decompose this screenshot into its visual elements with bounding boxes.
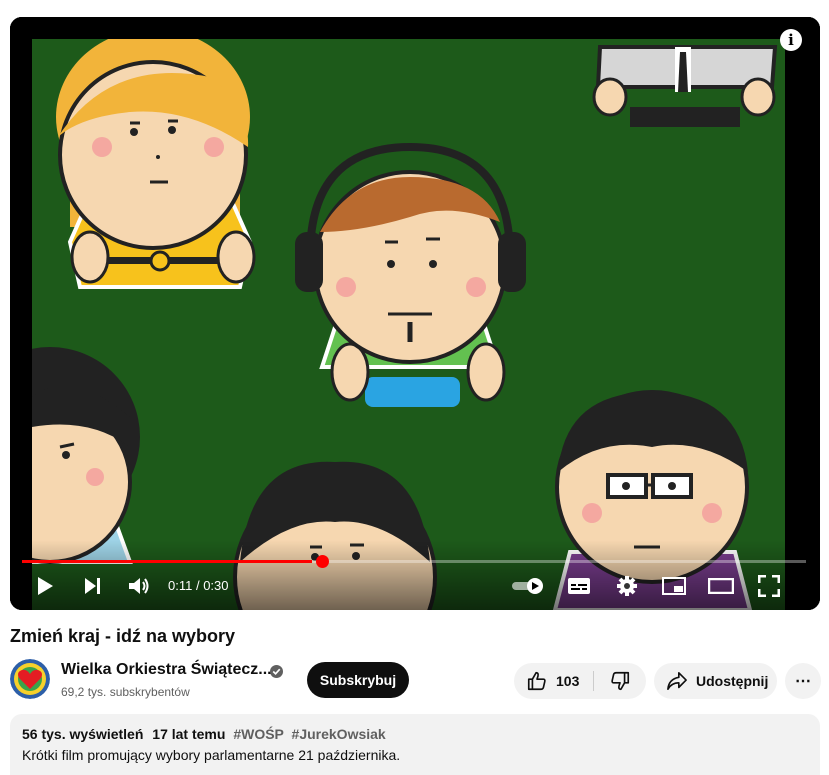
- play-icon: [38, 577, 53, 595]
- subscriber-count: 69,2 tys. subskrybentów: [61, 685, 190, 699]
- info-button[interactable]: i: [780, 29, 802, 51]
- share-button[interactable]: Udostępnij: [654, 663, 777, 699]
- miniplayer-icon: [662, 577, 686, 595]
- next-icon: [85, 578, 100, 594]
- gear-icon: [617, 576, 637, 596]
- character-blonde-girl: [56, 29, 256, 289]
- subscribe-button[interactable]: Subskrybuj: [307, 662, 409, 698]
- progress-played: [22, 560, 313, 563]
- like-dislike-group: 103: [514, 663, 646, 699]
- video-title: Zmień kraj - idź na wybory: [10, 626, 236, 646]
- progress-bar[interactable]: [22, 560, 806, 563]
- theater-mode-button[interactable]: [708, 573, 734, 599]
- character-headphones-boy: [295, 142, 526, 407]
- next-button[interactable]: [80, 573, 106, 599]
- fullscreen-icon: [758, 575, 780, 597]
- channel-avatar[interactable]: [10, 659, 50, 699]
- miniplayer-button[interactable]: [661, 573, 687, 599]
- thumbs-down-icon: [611, 671, 630, 691]
- thumbs-up-icon: [527, 671, 546, 691]
- upload-age: 17 lat temu: [152, 726, 226, 742]
- time-total: 0:30: [203, 578, 229, 593]
- settings-button[interactable]: [614, 573, 640, 599]
- share-label: Udostępnij: [696, 673, 769, 689]
- verified-icon: [270, 665, 283, 678]
- time-display: 0:11 / 0:30: [168, 578, 229, 593]
- channel-logo: [10, 659, 50, 699]
- theater-icon: [708, 578, 734, 594]
- time-current: 0:11: [168, 578, 193, 593]
- description-meta: 56 tys. wyświetleń 17 lat temu #WOŚP #Ju…: [22, 726, 808, 742]
- video-frame[interactable]: [10, 17, 820, 610]
- more-actions-button[interactable]: ⋯: [785, 663, 821, 699]
- hashtag[interactable]: #WOŚP: [233, 726, 283, 742]
- description-text: Krótki film promujący wybory parlamentar…: [22, 747, 401, 763]
- volume-icon: [129, 578, 149, 594]
- hashtag[interactable]: #JurekOwsiak: [292, 726, 386, 742]
- subtitles-icon: [568, 578, 590, 594]
- progress-scrubber[interactable]: [315, 555, 329, 568]
- time-separator: /: [192, 578, 204, 593]
- fullscreen-button[interactable]: [756, 573, 782, 599]
- channel-name[interactable]: Wielka Orkiestra Świątecz...: [61, 661, 272, 679]
- like-button[interactable]: 103: [514, 663, 593, 699]
- like-count: 103: [556, 673, 580, 689]
- dislike-button[interactable]: [594, 663, 646, 699]
- video-player[interactable]: i 0:11 / 0:30: [10, 17, 820, 610]
- description-box[interactable]: 56 tys. wyświetleń 17 lat temu #WOŚP #Ju…: [10, 714, 820, 775]
- share-icon: [667, 672, 687, 690]
- autoplay-toggle[interactable]: [510, 573, 546, 599]
- subtitles-button[interactable]: [566, 573, 592, 599]
- play-button[interactable]: [32, 573, 58, 599]
- view-count: 56 tys. wyświetleń: [22, 726, 144, 742]
- autoplay-icon: [512, 578, 543, 594]
- volume-button[interactable]: [126, 573, 152, 599]
